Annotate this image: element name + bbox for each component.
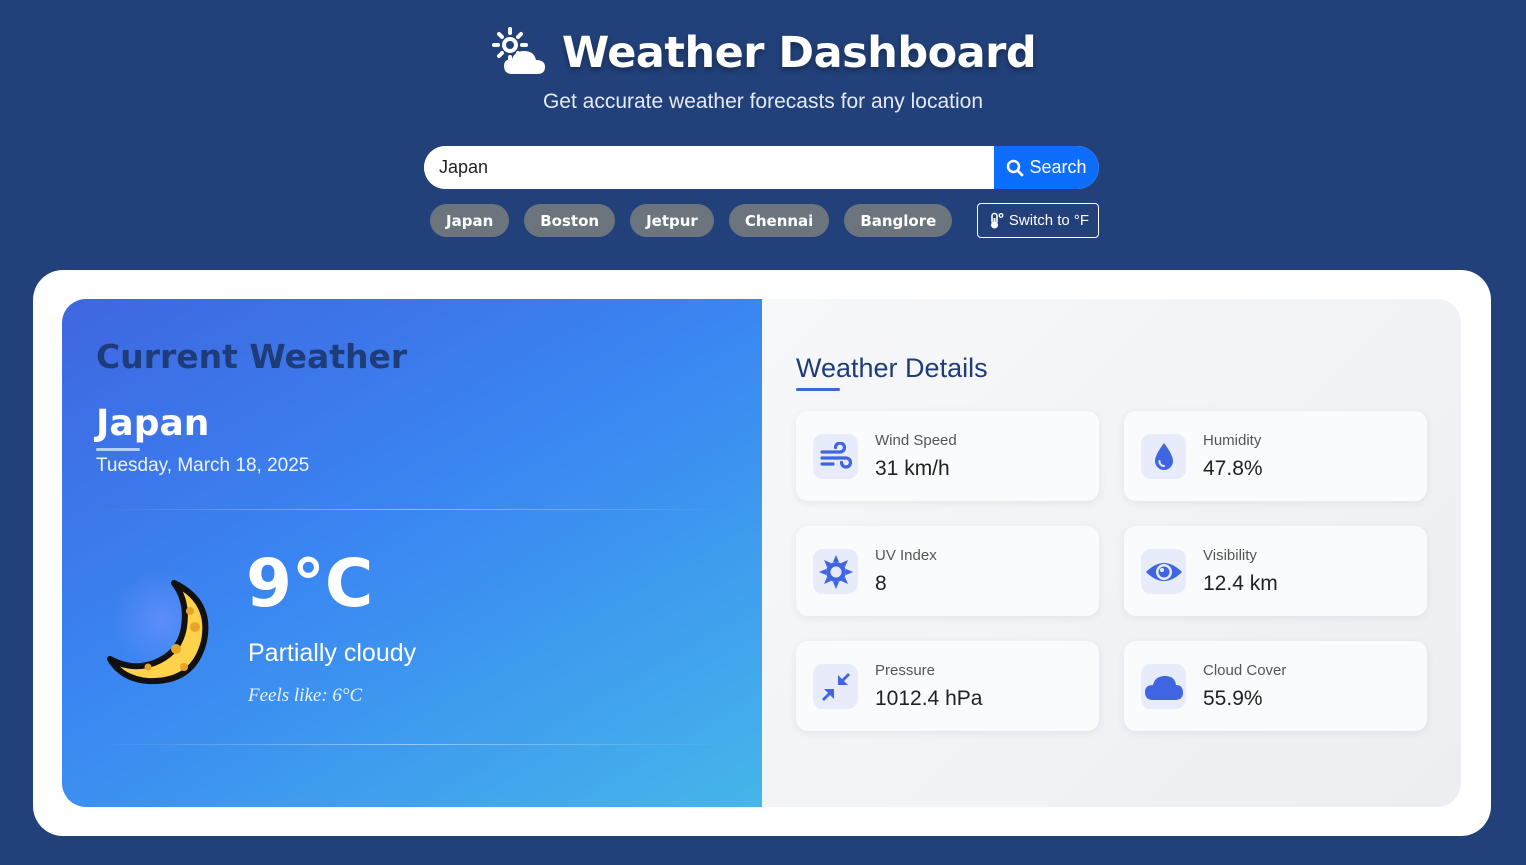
- weather-details-panel: Weather Details Wind Speed 31 km/h Humid…: [762, 299, 1461, 807]
- divider-bottom: [96, 744, 726, 745]
- cloud-icon: [1141, 664, 1186, 709]
- detail-value: 31 km/h: [875, 457, 950, 480]
- current-weather-panel: Current Weather Japan Tuesday, March 18,…: [62, 299, 762, 807]
- title-row: Weather Dashboard: [0, 24, 1526, 82]
- city-chip-jetpur[interactable]: Jetpur: [630, 204, 714, 237]
- detail-card-wind-speed: Wind Speed 31 km/h: [796, 411, 1099, 501]
- weather-card-inner: Current Weather Japan Tuesday, March 18,…: [62, 299, 1461, 807]
- detail-label: Cloud Cover: [1203, 662, 1287, 679]
- weather-condition-icon: [102, 571, 217, 686]
- quick-city-list: Japan Boston Jetpur Chennai Banglore: [430, 204, 953, 237]
- detail-card-humidity: Humidity 47.8%: [1124, 411, 1427, 501]
- divider-top: [96, 509, 726, 510]
- city-chip-japan[interactable]: Japan: [430, 204, 510, 237]
- city-underline: [96, 448, 140, 451]
- weather-details-heading: Weather Details: [796, 353, 988, 383]
- detail-card-uv-index: UV Index 8: [796, 526, 1099, 616]
- detail-value: 1012.4 hPa: [875, 687, 983, 710]
- header: Weather Dashboard Get accurate weather f…: [0, 24, 1526, 114]
- sun-icon: [813, 549, 858, 594]
- current-weather-heading: Current Weather: [96, 337, 408, 376]
- city-chip-banglore[interactable]: Banglore: [844, 204, 953, 237]
- detail-label: Pressure: [875, 662, 936, 679]
- detail-label: Wind Speed: [875, 432, 957, 449]
- city-name: Japan: [96, 403, 210, 444]
- weather-details-underline: [796, 388, 840, 391]
- unit-toggle-button[interactable]: Switch to °F: [977, 203, 1099, 238]
- sun-cloud-icon: [491, 27, 545, 74]
- detail-value: 8: [875, 572, 887, 595]
- search-button[interactable]: Search: [994, 146, 1099, 189]
- detail-label: UV Index: [875, 547, 937, 564]
- eye-icon: [1141, 549, 1186, 594]
- thermometer-icon: [990, 212, 1004, 228]
- search-icon: [1007, 159, 1024, 176]
- page-subtitle: Get accurate weather forecasts for any l…: [542, 90, 984, 113]
- droplet-icon: [1141, 434, 1186, 479]
- search-input[interactable]: [424, 146, 994, 189]
- search-button-label: Search: [1029, 157, 1087, 177]
- city-chip-boston[interactable]: Boston: [524, 204, 616, 237]
- unit-toggle-label: Switch to °F: [1008, 212, 1090, 229]
- page-title: Weather Dashboard: [561, 28, 1037, 78]
- weather-card: Current Weather Japan Tuesday, March 18,…: [33, 270, 1491, 836]
- city-chip-chennai[interactable]: Chennai: [728, 204, 830, 237]
- search-bar: Search: [424, 146, 1099, 189]
- detail-card-pressure: Pressure 1012.4 hPa: [796, 641, 1099, 731]
- crescent-moon-icon: [107, 580, 209, 685]
- detail-card-visibility: Visibility 12.4 km: [1124, 526, 1427, 616]
- weather-condition: Partially cloudy: [248, 639, 417, 667]
- detail-label: Visibility: [1203, 547, 1257, 564]
- feels-like: Feels like: 6°C: [248, 685, 363, 706]
- detail-value: 55.9%: [1203, 687, 1263, 710]
- detail-value: 12.4 km: [1203, 572, 1278, 595]
- temperature-value: 9°C: [246, 545, 374, 622]
- detail-card-cloud-cover: Cloud Cover 55.9%: [1124, 641, 1427, 731]
- detail-label: Humidity: [1203, 432, 1262, 449]
- current-date: Tuesday, March 18, 2025: [96, 455, 310, 476]
- wind-icon: [813, 434, 858, 479]
- detail-value: 47.8%: [1203, 457, 1263, 480]
- compress-icon: [813, 664, 858, 709]
